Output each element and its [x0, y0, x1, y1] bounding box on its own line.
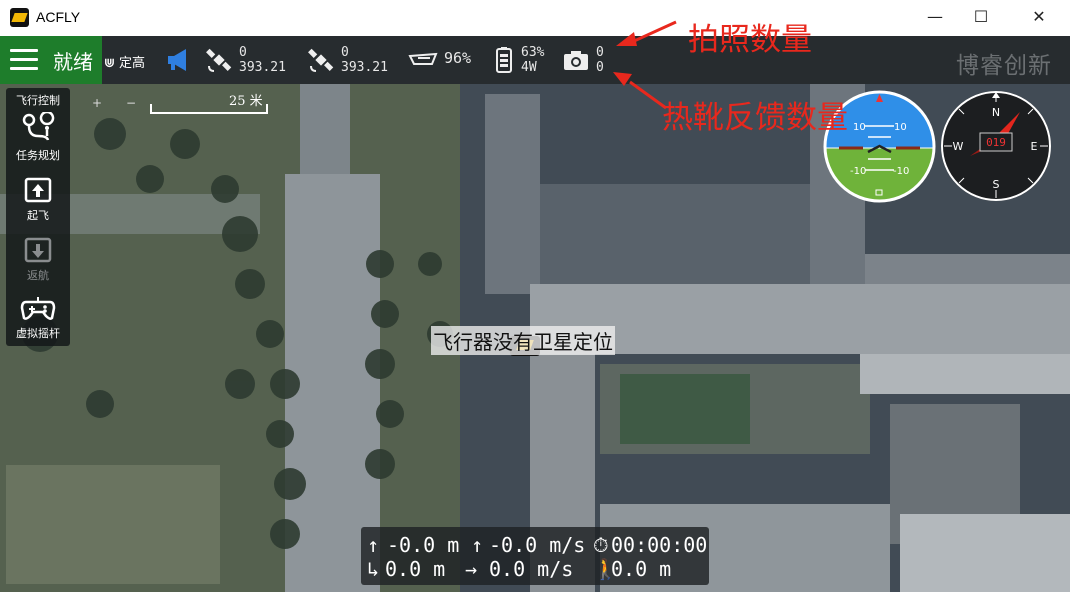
- gps1-satellite-count: 0: [239, 45, 247, 60]
- mission-plan-icon: [22, 110, 55, 141]
- sidebar-item-takeoff[interactable]: 起飞: [6, 176, 70, 223]
- satellite-icon: [206, 48, 232, 72]
- distance-value: 0.0 m: [385, 557, 446, 581]
- map-scale-bar: [150, 104, 268, 114]
- video-preview[interactable]: [6, 465, 220, 584]
- compass: 019 N E S W: [941, 91, 1051, 201]
- gps2-value: 393.21: [341, 60, 388, 75]
- app-title: ACFLY: [36, 9, 81, 25]
- altitude-hold-icon: ⋓: [104, 56, 115, 71]
- pitch-down-left-label: -10: [850, 166, 866, 177]
- flight-mode-label: 定高: [119, 56, 146, 71]
- sidebar-item-label: 虚拟摇杆: [16, 327, 60, 340]
- return-home-icon: [24, 237, 52, 263]
- altitude-value: -0.0 m: [387, 533, 460, 557]
- pitch-up-right-label: 10: [894, 122, 907, 133]
- pitch-down-right-label: -10: [893, 166, 909, 177]
- title-bar: ACFLY — ☐ ✕: [0, 0, 1070, 36]
- timer-icon: ⏱: [593, 533, 609, 557]
- rc-signal-value: 96%: [444, 49, 472, 67]
- walker-distance: 0.0 m: [611, 557, 672, 581]
- app-logo-icon: [10, 8, 29, 27]
- rc-signal-icon: [408, 52, 438, 65]
- telemetry-panel: ↑ -0.0 m ↑ -0.0 m/s ⏱ 00:00:00 ↳ 0.0 m →…: [361, 527, 709, 585]
- flight-mode[interactable]: ⋓ 定高: [104, 52, 145, 71]
- photo-count: 0: [596, 45, 604, 60]
- sidebar-item-virtual-joystick[interactable]: 虚拟摇杆: [6, 294, 70, 341]
- megaphone-icon[interactable]: [165, 46, 193, 74]
- horizontal-speed-value: 0.0 m/s: [489, 557, 574, 581]
- annotation-arrows: [613, 20, 677, 110]
- minimize-button[interactable]: —: [912, 0, 958, 36]
- pitch-up-left-label: 10: [853, 122, 866, 133]
- gamepad-icon: [20, 297, 56, 320]
- gps1-value: 393.21: [239, 60, 286, 75]
- sidebar-item-mission-plan[interactable]: 任务规划: [6, 110, 70, 163]
- flight-timer: 00:00:00: [611, 533, 708, 557]
- flight-control-panel: 飞行控制 任务规划 起飞 返航 虚拟摇杆: [6, 88, 70, 346]
- gps2-satellite-count: 0: [341, 45, 349, 60]
- status-toolbar: 就绪 ⋓ 定高 0 393.21 0 393.21 96% 63% 4W 0 0…: [0, 36, 1070, 84]
- sidebar-item-return-home[interactable]: 返航: [6, 236, 70, 283]
- battery-icon: [496, 47, 512, 73]
- gps-warning: 飞行器没有卫星定位: [431, 326, 615, 355]
- altitude-icon: ↑: [367, 533, 380, 557]
- camera-icon[interactable]: [562, 46, 590, 74]
- sidebar-item-label: 任务规划: [16, 149, 60, 162]
- vertical-speed-value: -0.0 m/s: [489, 533, 586, 557]
- distance-icon: ↳: [367, 557, 380, 581]
- close-button[interactable]: ✕: [1016, 0, 1062, 36]
- zoom-out-button[interactable]: −: [126, 96, 136, 110]
- flight-control-header: 飞行控制: [16, 94, 60, 107]
- brand-logo: 博睿创新: [956, 53, 1052, 79]
- compass-south: S: [993, 178, 1000, 191]
- horizontal-speed-icon: →: [465, 557, 478, 581]
- sidebar-item-label: 起飞: [27, 209, 49, 222]
- compass-east: E: [1031, 140, 1038, 153]
- compass-north: N: [992, 106, 1000, 119]
- battery-power: 4W: [521, 60, 537, 75]
- takeoff-icon: [24, 177, 52, 203]
- hotshoe-count: 0: [596, 60, 604, 75]
- status-panel: 就绪: [0, 36, 102, 84]
- battery-percent: 63%: [521, 45, 545, 60]
- satellite-icon: [308, 48, 334, 72]
- compass-west: W: [953, 140, 964, 153]
- compass-heading: 019: [986, 136, 1006, 149]
- maximize-button[interactable]: ☐: [958, 0, 1004, 36]
- annotation-photo-count: 拍照数量: [688, 22, 812, 58]
- sidebar-item-label: 返航: [27, 269, 49, 282]
- zoom-in-button[interactable]: +: [92, 96, 102, 110]
- menu-icon[interactable]: [10, 49, 38, 71]
- vertical-speed-icon: ↑: [471, 533, 484, 557]
- vehicle-status: 就绪: [53, 50, 93, 74]
- annotation-hotshoe-count: 热靴反馈数量: [662, 100, 848, 136]
